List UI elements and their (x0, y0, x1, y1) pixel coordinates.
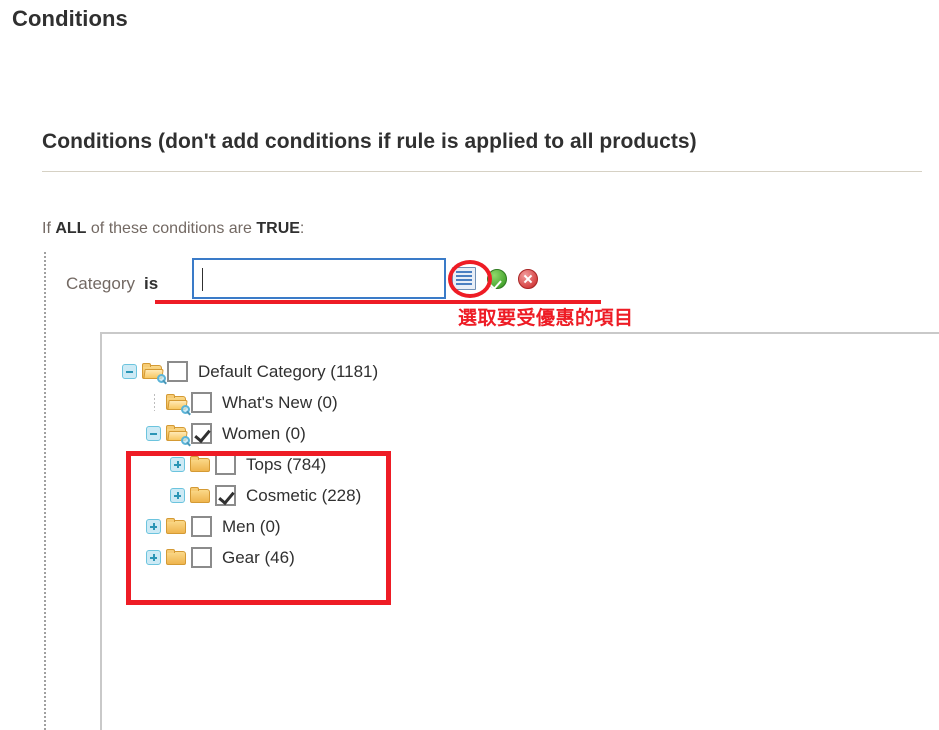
tree-item-label[interactable]: Default Category (1181) (198, 362, 378, 382)
plus-stroke (153, 554, 155, 561)
section-divider (42, 171, 922, 172)
condition-action-icons (452, 267, 538, 290)
closed-folder-icon (166, 518, 187, 535)
folder-tab (142, 363, 151, 367)
magnifier-icon (181, 405, 190, 414)
aggregator-selector[interactable]: ALL (55, 220, 86, 237)
folder-body (166, 551, 186, 565)
aggregator-value-selector[interactable]: TRUE (256, 220, 300, 237)
folder-body (190, 458, 210, 472)
category-checkbox[interactable] (215, 485, 236, 506)
tree-row[interactable]: Gear (46) (102, 542, 939, 573)
category-checkbox[interactable] (191, 516, 212, 537)
category-checkbox[interactable] (191, 547, 212, 568)
closed-folder-icon (190, 456, 211, 473)
tree-row[interactable]: Women (0) (102, 418, 939, 449)
magnifier-icon (157, 374, 166, 383)
page-title: Conditions (12, 6, 128, 31)
expand-plus-icon[interactable] (146, 518, 163, 535)
collapse-minus-icon[interactable] (146, 425, 163, 442)
intro-prefix: If (42, 220, 51, 237)
magnifier-icon (181, 436, 190, 445)
condition-operator-label[interactable]: is (144, 274, 158, 294)
chooser-list-icon[interactable] (452, 267, 476, 290)
folder-tab (190, 456, 199, 460)
tree-row[interactable]: Default Category (1181) (102, 356, 939, 387)
expand-plus-icon[interactable] (146, 549, 163, 566)
tree-item-label[interactable]: Men (0) (222, 517, 281, 537)
tree-row[interactable]: Cosmetic (228) (102, 480, 939, 511)
section-title: Conditions (don't add conditions if rule… (42, 130, 697, 153)
expand-plus-icon[interactable] (170, 487, 187, 504)
folder-body (166, 520, 186, 534)
tree-row[interactable]: Men (0) (102, 511, 939, 542)
category-checkbox[interactable] (215, 454, 236, 475)
condition-attribute-label[interactable]: Category (66, 274, 135, 294)
category-value-input[interactable] (192, 258, 446, 299)
open-folder-search-icon (142, 363, 166, 383)
tree-item-label[interactable]: Women (0) (222, 424, 306, 444)
intro-suffix: : (299, 220, 305, 237)
tree-item-label[interactable]: Gear (46) (222, 548, 295, 568)
plus-stroke (153, 523, 155, 530)
category-checkbox[interactable] (167, 361, 188, 382)
condition-tree-rail (44, 252, 47, 730)
category-tree-panel: Default Category (1181) What's New (0) Wom… (100, 332, 939, 730)
remove-cross-icon[interactable] (518, 268, 538, 289)
category-checkbox[interactable] (191, 423, 212, 444)
tree-item-label[interactable]: What's New (0) (222, 393, 338, 413)
condition-row: Category is (66, 266, 158, 302)
folder-tab (166, 425, 175, 429)
open-folder-search-icon (166, 425, 190, 445)
tree-item-label[interactable]: Tops (784) (246, 455, 326, 475)
folder-tab (166, 394, 175, 398)
open-folder-search-icon (166, 394, 190, 414)
tree-item-label[interactable]: Cosmetic (228) (246, 486, 361, 506)
conditions-section: Conditions (don't add conditions if rule… (42, 130, 939, 172)
folder-body (190, 489, 210, 503)
tree-row[interactable]: What's New (0) (102, 387, 939, 418)
conditions-aggregator-line: If ALL of these conditions are TRUE: (42, 220, 304, 238)
closed-folder-icon (166, 549, 187, 566)
annotation-note-text: 選取要受優惠的項目 (458, 308, 634, 329)
plus-stroke (177, 461, 179, 468)
closed-folder-icon (190, 487, 211, 504)
apply-check-icon[interactable] (487, 268, 507, 289)
tree-row[interactable]: Tops (784) (102, 449, 939, 480)
category-checkbox[interactable] (191, 392, 212, 413)
intro-middle: of these conditions are (90, 220, 252, 237)
plus-stroke (177, 492, 179, 499)
folder-tab (166, 518, 175, 522)
folder-tab (190, 487, 199, 491)
folder-tab (166, 549, 175, 553)
collapse-minus-icon[interactable] (122, 363, 139, 380)
tree-expander-none-icon (146, 394, 163, 411)
expand-plus-icon[interactable] (170, 456, 187, 473)
category-tree: Default Category (1181) What's New (0) Wom… (102, 334, 939, 573)
text-caret (202, 268, 203, 291)
